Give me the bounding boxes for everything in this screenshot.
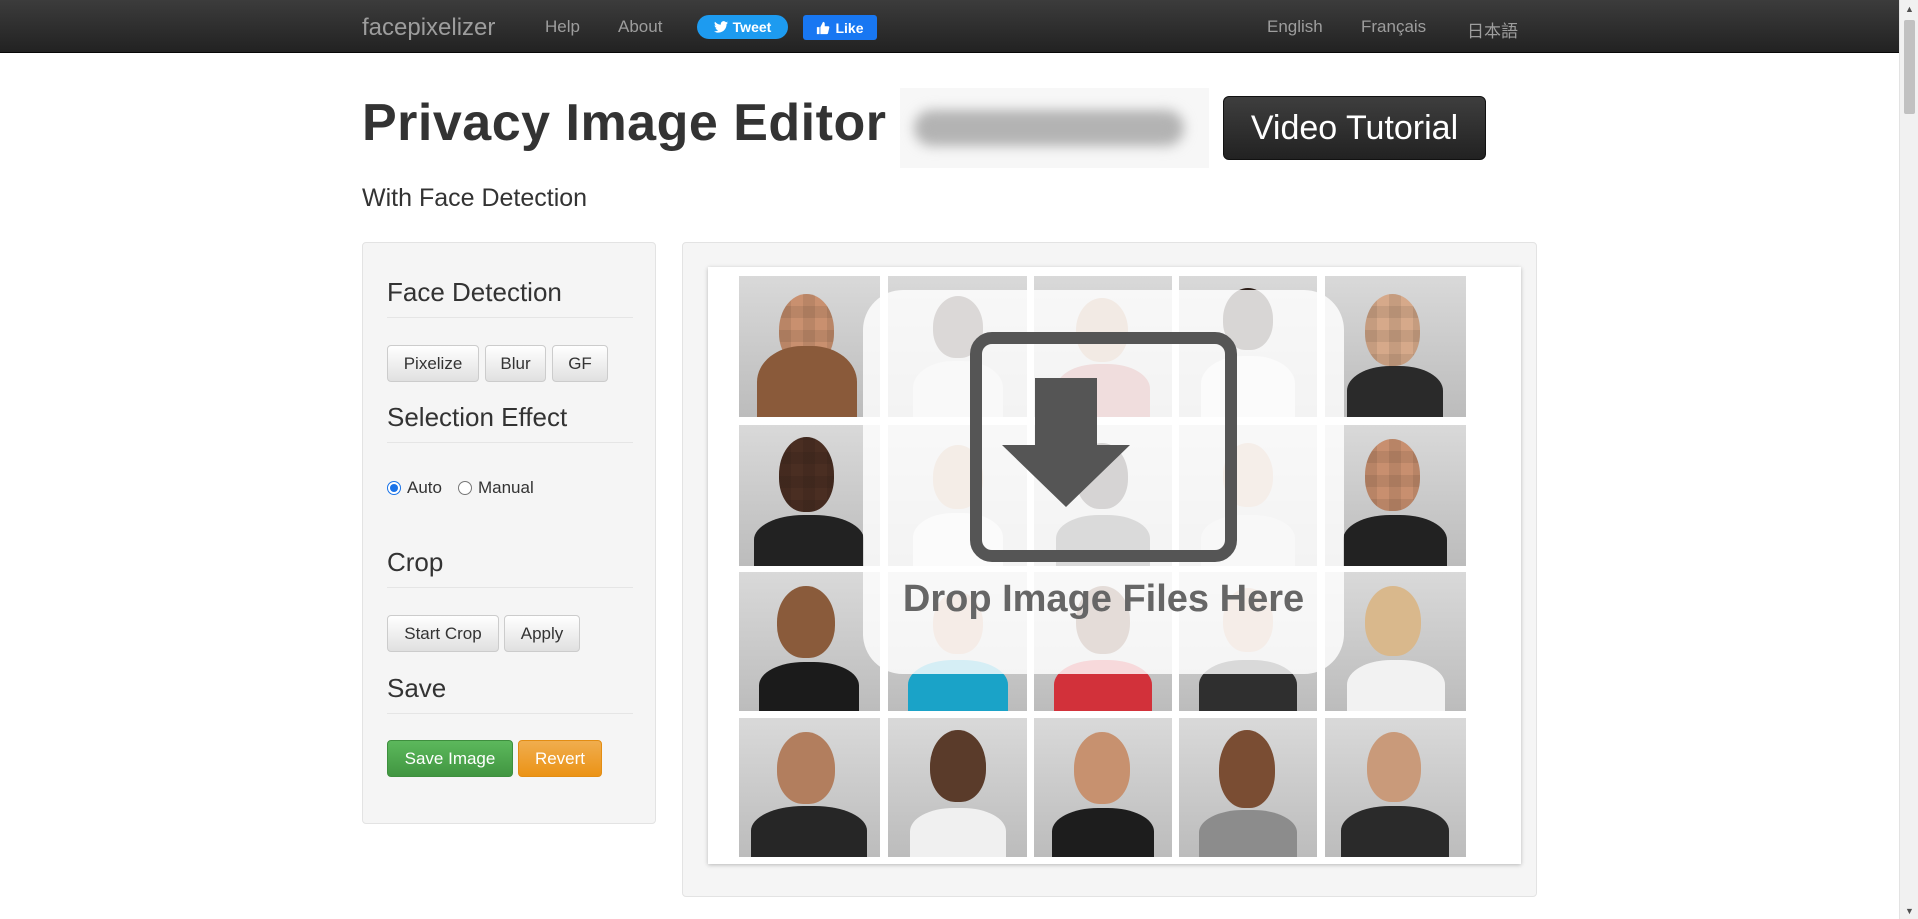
photo-tile — [888, 718, 1027, 857]
selection-effect-heading: Selection Effect — [387, 402, 568, 432]
nav-about-link[interactable]: About — [618, 17, 662, 37]
photo-tile — [1325, 718, 1466, 857]
top-navbar: facepixelizer Help About Tweet Like Engl… — [0, 0, 1899, 53]
thumbs-up-icon — [817, 21, 830, 34]
photo-tile — [1325, 425, 1466, 566]
facebook-like-button[interactable]: Like — [803, 15, 877, 40]
scroll-up-arrow-icon[interactable]: ▲ — [1900, 0, 1918, 17]
photo-tile — [739, 425, 880, 566]
face-detection-heading: Face Detection — [387, 277, 562, 307]
photo-tile — [739, 718, 880, 857]
photo-tile — [1325, 276, 1466, 417]
page-subtitle: With Face Detection — [362, 184, 588, 212]
image-canvas[interactable]: Drop Image Files Here — [708, 267, 1521, 864]
tweet-button[interactable]: Tweet — [697, 15, 788, 39]
pixelize-button[interactable]: Pixelize — [387, 345, 479, 382]
manual-radio[interactable] — [457, 481, 472, 495]
blur-button[interactable]: Blur — [485, 345, 546, 382]
scroll-down-arrow-icon[interactable]: ▼ — [1900, 902, 1918, 919]
brand-logo[interactable]: facepixelizer — [362, 14, 495, 42]
photo-tile — [739, 572, 880, 711]
crop-heading: Crop — [387, 547, 444, 577]
save-heading: Save — [387, 673, 447, 703]
photo-tile — [739, 276, 880, 417]
like-label: Like — [835, 19, 864, 36]
image-editor-panel: Drop Image Files Here — [682, 242, 1537, 897]
auto-radio[interactable] — [387, 481, 401, 495]
tools-sidebar: Face Detection Pixelize Blur GF Selectio… — [362, 242, 656, 824]
manual-label[interactable]: Manual — [478, 478, 534, 498]
selection-effect-options: Auto Manual — [387, 478, 534, 498]
drop-zone-overlay[interactable]: Drop Image Files Here — [863, 290, 1344, 674]
save-image-button[interactable]: Save Image — [387, 740, 513, 777]
photo-tile — [1034, 718, 1172, 857]
lang-english-link[interactable]: English — [1267, 17, 1323, 37]
blurred-text-image — [900, 88, 1209, 168]
video-tutorial-button[interactable]: Video Tutorial — [1223, 96, 1486, 160]
drop-zone-label: Drop Image Files Here — [902, 578, 1305, 620]
nav-help-link[interactable]: Help — [545, 17, 580, 37]
lang-french-link[interactable]: Français — [1361, 17, 1426, 37]
revert-button[interactable]: Revert — [518, 740, 602, 777]
photo-tile — [1179, 718, 1317, 857]
tweet-label: Tweet — [732, 19, 772, 35]
twitter-bird-icon — [713, 21, 728, 33]
photo-tile — [1325, 572, 1466, 711]
lang-japanese-link[interactable]: 日本語 — [1467, 17, 1518, 42]
start-crop-button[interactable]: Start Crop — [387, 615, 499, 652]
auto-label[interactable]: Auto — [407, 478, 442, 498]
scroll-thumb[interactable] — [1904, 20, 1915, 114]
page-scrollbar[interactable]: ▲ ▼ — [1899, 0, 1918, 919]
gf-button[interactable]: GF — [552, 345, 608, 382]
apply-crop-button[interactable]: Apply — [504, 615, 580, 652]
page-title: Privacy Image Editor & — [362, 94, 940, 152]
